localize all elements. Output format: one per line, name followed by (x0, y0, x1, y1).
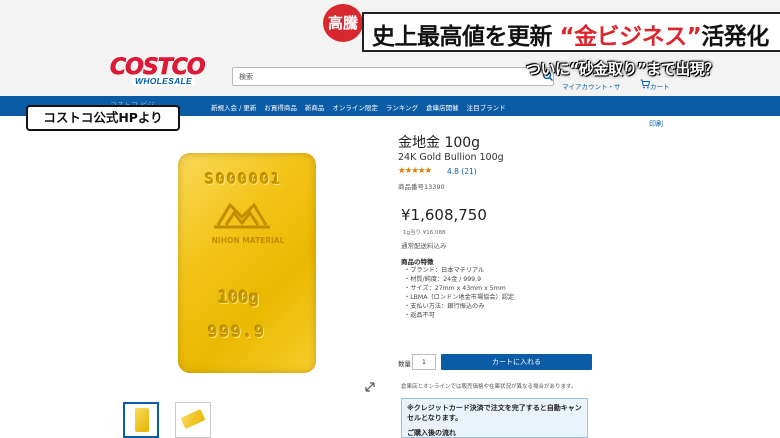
quantity-label: 数量 (398, 360, 411, 368)
store-note: 倉庫店とオンラインでは販売価格や在庫状況が異なる場合があります。 (401, 384, 577, 390)
thumb-gold-bar-angle (180, 408, 206, 430)
news-headline: 史上最高値を更新 “金ビジネス”活発化 (372, 17, 769, 51)
bar-purity: 999.9 (208, 322, 267, 341)
nav-item-membership[interactable]: 新規入会 / 更新 (211, 102, 256, 112)
feature-material: ・材質/純度：24金 / 999.9 (404, 276, 482, 283)
nav-items: 新規入会 / 更新 お買得商品 新商品 オンライン限定 ランキング 倉庫店開催 … (211, 102, 514, 112)
product-subtitle: 24K Gold Bullion 100g (398, 152, 504, 163)
thumbnail-front[interactable] (123, 402, 159, 438)
headline-main: 史上最高値を更新 (372, 24, 553, 50)
feature-returns: ・返品不可 (404, 312, 435, 319)
nav-item-brands[interactable]: 注目ブランド (467, 102, 506, 112)
feature-lbma: ・LBMA（ロンドン地金市場協会）認定 (404, 294, 515, 301)
rating-link[interactable]: 4.8 (21) (447, 167, 477, 176)
zoom-icon[interactable] (364, 381, 376, 393)
product-title: 金地金 100g (398, 135, 481, 151)
notice-more: ご購入後の流れ (407, 429, 456, 437)
rating-stars-icon: ★★★★★ (398, 166, 432, 176)
bar-weight: 100g (218, 288, 259, 308)
news-badge: 高騰 (323, 4, 363, 42)
nav-item-ranking[interactable]: ランキング (386, 102, 418, 112)
source-caption: コストコ公式HPより (26, 105, 180, 131)
nav-item-online-only[interactable]: オンライン限定 (332, 102, 378, 112)
nav-item-warehouse[interactable]: 倉庫店開催 (426, 102, 459, 112)
unit-price: 1g当り ¥16,088 (403, 230, 446, 236)
bar-logo-icon: NIHON MATERIAL (212, 202, 285, 245)
shipping-info: 通常配送料込み (401, 242, 447, 250)
notice-text: ※クレジットカード決済で注文を完了すると自動キャンセルとなります。 (407, 404, 582, 422)
quantity-input[interactable]: 1 (412, 354, 436, 370)
feature-brand: ・ブランド：日本マテリアル (404, 267, 485, 274)
thumbnail-angle[interactable] (175, 402, 211, 438)
price: ¥1,608,750 (401, 206, 487, 224)
feature-size: ・サイズ：27mm x 43mm x 5mm (404, 285, 506, 292)
print-link[interactable]: 印刷 (649, 119, 663, 129)
cart-link[interactable]: カート (650, 81, 670, 91)
logo-subtext: WHOLESALE (132, 76, 196, 86)
bar-serial: S000001 (205, 170, 283, 188)
search-input[interactable]: 検索 (232, 67, 554, 86)
headline-end: 活発化 (701, 24, 769, 50)
add-to-cart-button[interactable]: カートに入れる (441, 354, 592, 370)
nav-item-deals[interactable]: お買得商品 (264, 102, 297, 112)
item-number: 商品番号13390 (398, 183, 445, 191)
bar-brand: NIHON MATERIAL (212, 236, 285, 245)
features-title: 商品の特徴 (401, 258, 434, 266)
thumb-gold-bar (135, 408, 149, 432)
notice-box: ※クレジットカード決済で注文を完了すると自動キャンセルとなります。 ご購入後の流… (401, 398, 588, 438)
account-link[interactable]: マイアカウント・サ (562, 81, 621, 91)
news-subheadline: ついに“砂金取り”まで出現？ (526, 60, 719, 78)
features-list: ・ブランド：日本マテリアル ・材質/純度：24金 / 999.9 ・サイズ：27… (404, 266, 514, 320)
nav-item-new[interactable]: 新商品 (305, 102, 325, 112)
feature-payment: ・支払い方法：銀行振込のみ (404, 303, 485, 310)
costco-logo[interactable]: COSTCO WHOLESALE (110, 55, 220, 86)
headline-quoted: “金ビジネス” (559, 24, 702, 50)
